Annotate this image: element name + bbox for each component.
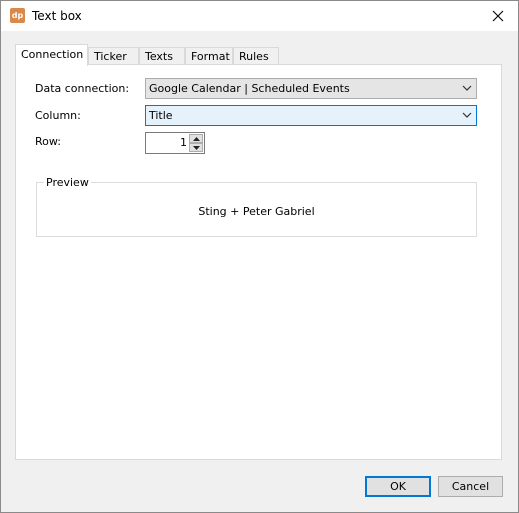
chevron-down-icon <box>462 112 472 118</box>
column-label: Column: <box>35 109 81 122</box>
preview-text: Sting + Peter Gabriel <box>198 205 315 218</box>
close-icon <box>492 10 504 22</box>
tab-rules[interactable]: Rules <box>233 47 279 64</box>
tab-label: Format <box>191 50 230 63</box>
stepper-down-button[interactable] <box>189 143 203 152</box>
preview-group: Preview Sting + Peter Gabriel <box>36 176 477 237</box>
cancel-button[interactable]: Cancel <box>438 476 503 497</box>
title-bar[interactable]: dp Text box <box>1 1 518 31</box>
chevron-up-icon <box>193 137 200 141</box>
stepper-up-button[interactable] <box>189 134 203 143</box>
tab-ticker[interactable]: Ticker <box>88 47 139 64</box>
tab-label: Rules <box>239 50 269 63</box>
row-stepper[interactable]: 1 <box>145 132 205 154</box>
tab-format[interactable]: Format <box>185 47 233 64</box>
data-connection-select[interactable]: Google Calendar | Scheduled Events <box>145 78 477 99</box>
tab-texts[interactable]: Texts <box>139 47 185 64</box>
window-title: Text box <box>32 9 82 23</box>
data-connection-label: Data connection: <box>35 82 130 95</box>
row-value: 1 <box>180 136 187 149</box>
preview-legend: Preview <box>44 176 91 189</box>
ok-button[interactable]: OK <box>365 476 431 497</box>
chevron-down-icon <box>193 146 200 150</box>
chevron-down-icon <box>462 85 472 91</box>
tab-label: Connection <box>21 48 84 61</box>
tab-label: Texts <box>145 50 173 63</box>
dialog-window: dp Text box Connection Ticker Texts Form… <box>0 0 519 513</box>
row-label: Row: <box>35 135 61 148</box>
tab-connection[interactable]: Connection <box>15 44 88 66</box>
data-connection-value: Google Calendar | Scheduled Events <box>149 82 350 95</box>
tab-label: Ticker <box>94 50 127 63</box>
close-button[interactable] <box>478 1 518 31</box>
column-select[interactable]: Title <box>145 105 477 126</box>
column-value: Title <box>149 109 173 122</box>
dp-logo-icon: dp <box>10 8 25 23</box>
